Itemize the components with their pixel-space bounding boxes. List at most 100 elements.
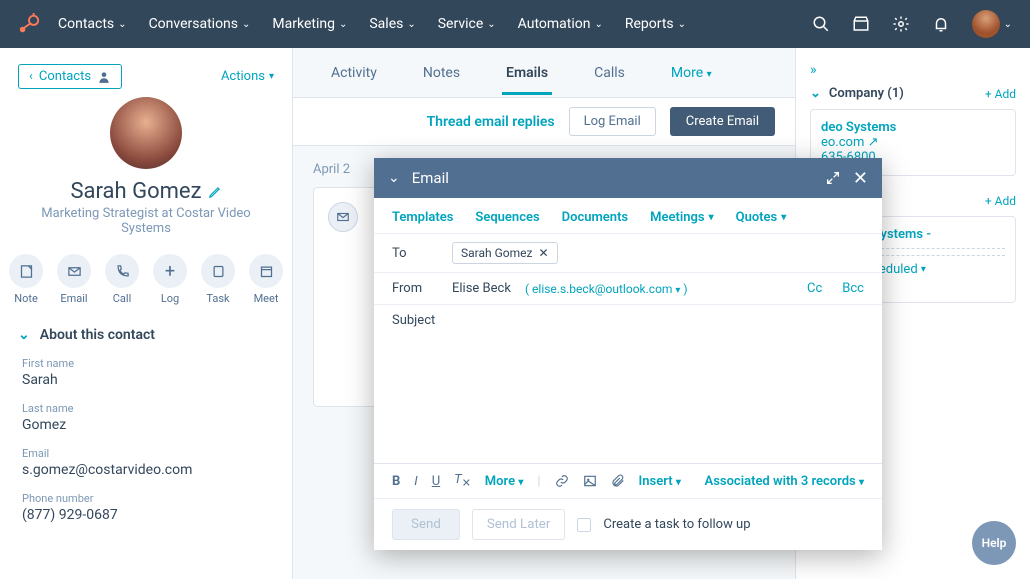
email-body-editor[interactable] (374, 336, 882, 463)
thread-replies-link[interactable]: Thread email replies (427, 114, 555, 130)
last-name-value[interactable]: Gomez (22, 417, 274, 433)
left-panel: ‹ Contacts Actions▾ Sarah Gomez Marketin… (0, 48, 293, 579)
bold-button[interactable]: B (392, 474, 400, 489)
nav-reports[interactable]: Reports⌄ (625, 16, 686, 32)
documents-tab[interactable]: Documents (562, 210, 628, 225)
cc-link[interactable]: Cc (807, 281, 822, 296)
nav-marketing[interactable]: Marketing⌄ (272, 16, 347, 32)
email-button[interactable]: Email (57, 254, 91, 305)
to-recipient-chip[interactable]: Sarah Gomez✕ (452, 242, 558, 264)
tab-more[interactable]: More ▾ (667, 51, 716, 95)
help-button[interactable]: Help (972, 521, 1016, 565)
envelope-icon (67, 264, 82, 279)
add-deal-link[interactable]: + Add (985, 194, 1016, 208)
email-composer: ⌄ Email ✕ Templates Sequences Documents … (374, 158, 882, 550)
meetings-tab[interactable]: Meetings▾ (650, 210, 713, 225)
marketplace-icon[interactable] (852, 15, 870, 33)
hubspot-logo-icon[interactable] (18, 13, 40, 35)
last-name-label: Last name (22, 402, 274, 415)
call-button[interactable]: Call (105, 254, 139, 305)
user-menu-chevron-icon[interactable]: ⌄ (1004, 19, 1012, 30)
templates-tab[interactable]: Templates (392, 210, 453, 225)
phone-icon (115, 264, 130, 279)
company-domain[interactable]: eo.com (821, 135, 864, 150)
bcc-link[interactable]: Bcc (842, 281, 864, 296)
tab-emails[interactable]: Emails (502, 51, 552, 95)
company-name[interactable]: deo Systems (821, 120, 1005, 135)
email-label: Email (22, 447, 274, 460)
close-icon[interactable]: ✕ (853, 168, 868, 189)
back-to-contacts[interactable]: ‹ Contacts (18, 64, 122, 89)
first-name-label: First name (22, 357, 274, 370)
meet-button[interactable]: Meet (249, 254, 283, 305)
add-company-link[interactable]: + Add (985, 87, 1016, 101)
quotes-tab[interactable]: Quotes▾ (736, 210, 787, 225)
send-button[interactable]: Send (392, 509, 460, 540)
log-email-button[interactable]: Log Email (569, 107, 656, 136)
follow-up-checkbox[interactable] (577, 518, 591, 532)
link-icon[interactable] (555, 474, 569, 488)
email-activity-icon (328, 202, 358, 232)
chevron-left-icon: ‹ (29, 69, 33, 84)
top-nav: Contacts⌄ Conversations⌄ Marketing⌄ Sale… (0, 0, 1030, 48)
remove-chip-icon[interactable]: ✕ (538, 246, 548, 260)
insert-dropdown[interactable]: Insert ▾ (639, 474, 681, 489)
to-label: To (392, 246, 438, 261)
person-icon (97, 70, 111, 84)
phone-value[interactable]: (877) 929-0687 (22, 507, 274, 523)
image-icon[interactable] (583, 474, 597, 488)
task-button[interactable]: Task (201, 254, 235, 305)
email-value[interactable]: s.gomez@costarvideo.com (22, 462, 274, 478)
contact-title: Marketing Strategist at Costar Video Sys… (36, 206, 256, 236)
external-link-icon[interactable]: ↗ (868, 135, 879, 150)
from-name: Elise Beck (452, 281, 511, 296)
tab-activity[interactable]: Activity (327, 51, 381, 95)
underline-button[interactable]: U (432, 474, 440, 489)
nav-contacts[interactable]: Contacts⌄ (58, 16, 127, 32)
italic-button[interactable]: I (414, 474, 417, 489)
associated-records-dropdown[interactable]: Associated with 3 records ▾ (705, 474, 864, 489)
send-later-button[interactable]: Send Later (472, 509, 566, 540)
follow-up-label: Create a task to follow up (603, 517, 750, 532)
gear-icon[interactable] (892, 15, 910, 33)
minimize-chevron-icon[interactable]: ⌄ (388, 170, 400, 186)
subject-input[interactable] (452, 313, 864, 328)
first-name-value[interactable]: Sarah (22, 372, 274, 388)
nav-conversations[interactable]: Conversations⌄ (149, 16, 251, 32)
contact-avatar[interactable] (110, 97, 182, 169)
calendar-icon (259, 264, 274, 279)
nav-sales[interactable]: Sales⌄ (369, 16, 415, 32)
search-icon[interactable] (812, 15, 830, 33)
edit-icon[interactable] (208, 185, 222, 199)
composer-title: Email (412, 169, 449, 187)
note-button[interactable]: Note (9, 254, 43, 305)
create-email-button[interactable]: Create Email (670, 107, 775, 136)
log-button[interactable]: +Log (153, 254, 187, 305)
user-avatar[interactable] (972, 10, 1000, 38)
phone-label: Phone number (22, 492, 274, 505)
clear-format-button[interactable]: T✕ (454, 472, 471, 490)
chevron-down-icon: ⌄ (810, 86, 821, 101)
chevron-down-icon[interactable]: ▾ (921, 264, 926, 275)
expand-icon[interactable] (825, 170, 841, 186)
note-icon (19, 264, 34, 279)
from-label: From (392, 281, 438, 296)
nav-service[interactable]: Service⌄ (438, 16, 496, 32)
subject-label: Subject (392, 313, 438, 328)
collapse-sidebar-icon[interactable]: » (810, 62, 817, 78)
format-more-dropdown[interactable]: More ▾ (485, 474, 524, 489)
plus-icon: + (165, 261, 175, 282)
from-email-dropdown[interactable]: ( elise.s.beck@outlook.com ▾ ) (525, 282, 688, 296)
contact-name: Sarah Gomez (70, 179, 221, 204)
actions-dropdown[interactable]: Actions▾ (221, 69, 274, 84)
tab-notes[interactable]: Notes (419, 51, 464, 95)
company-section-toggle[interactable]: ⌄Company (1) + Add (810, 86, 1016, 101)
task-icon (211, 264, 226, 279)
sequences-tab[interactable]: Sequences (475, 210, 539, 225)
nav-automation[interactable]: Automation⌄ (518, 16, 603, 32)
attachment-icon[interactable] (611, 474, 625, 488)
about-section-toggle[interactable]: ⌄ About this contact (18, 327, 274, 343)
envelope-icon (336, 210, 350, 224)
bell-icon[interactable] (932, 15, 950, 33)
tab-calls[interactable]: Calls (590, 51, 629, 95)
